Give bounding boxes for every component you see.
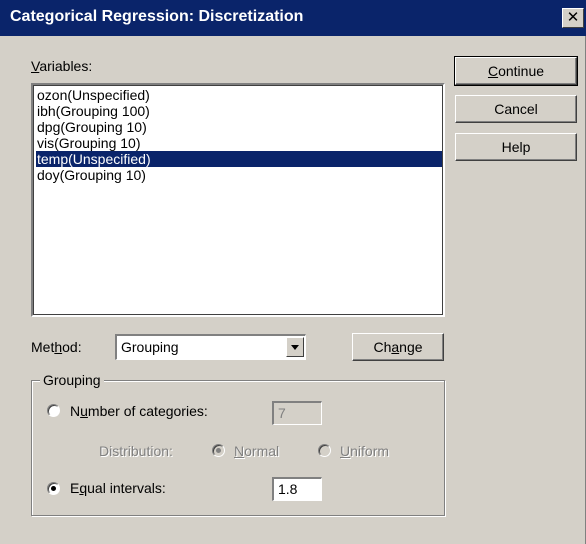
method-value: Grouping [121,339,179,355]
method-label: Method: [31,339,82,355]
list-item[interactable]: ibh(Grouping 100) [36,103,442,119]
list-item[interactable]: ozon(Unspecified) [36,87,442,103]
radio-dot [51,486,56,491]
variables-listbox[interactable]: ozon(Unspecified) ibh(Grouping 100) dpg(… [31,83,445,317]
help-button[interactable]: Help [455,133,577,161]
uniform-radio[interactable] [318,444,331,457]
grouping-title: Grouping [40,372,104,388]
method-dropdown[interactable]: Grouping [115,334,306,360]
uniform-label: Uniform [340,443,390,459]
close-icon[interactable]: ✕ [562,8,584,28]
list-item[interactable]: dpg(Grouping 10) [36,119,442,135]
list-item[interactable]: vis(Grouping 10) [36,135,442,151]
continue-button[interactable]: Continue [454,56,578,86]
radio-dot [216,448,221,453]
number-of-categories-radio[interactable] [47,404,60,417]
discretization-dialog: Categorical Regression: Discretization ✕… [0,0,586,544]
list-item-selected[interactable]: temp(Unspecified) [36,151,442,167]
normal-label: Normal [234,443,280,459]
number-of-categories-field[interactable]: 7 [272,401,322,425]
equal-intervals-field[interactable]: 1.8 [272,477,322,501]
window-title: Categorical Regression: Discretization [10,8,304,25]
equal-intervals-label: Equal intervals: [70,480,166,496]
cancel-button[interactable]: Cancel [455,95,577,123]
title-bar: Categorical Regression: Discretization ✕ [0,0,586,36]
equal-intervals-radio[interactable] [47,482,60,495]
number-of-categories-label: Number of categories: [70,403,208,419]
list-item[interactable]: doy(Grouping 10) [36,167,442,183]
variables-label: Variables: [31,58,93,74]
change-button[interactable]: Change [352,333,444,361]
chevron-down-icon[interactable] [286,337,304,357]
normal-radio[interactable] [212,444,225,457]
distribution-label: Distribution: [99,443,173,459]
